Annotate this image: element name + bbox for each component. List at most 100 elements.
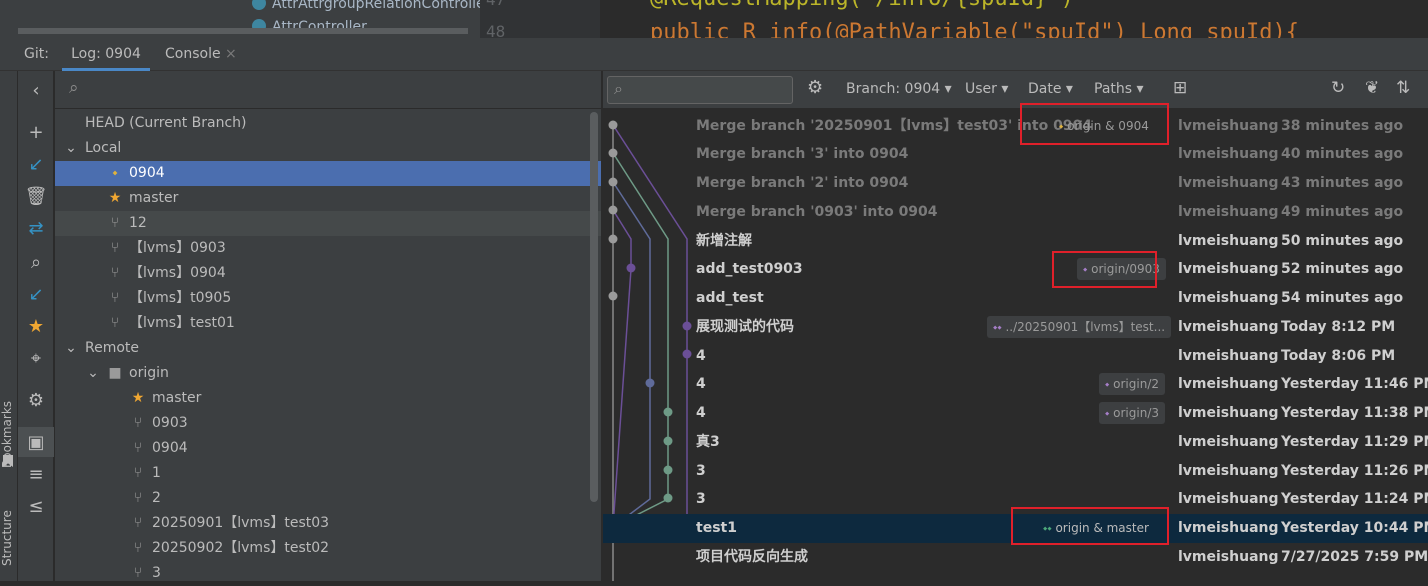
log-toolbar: ⌕ ⚙ Branch: 0904 ▾ User ▾ Date ▾ Paths ▾… bbox=[603, 71, 1428, 109]
branch-item[interactable]: ⑂ 【lvms】test01 bbox=[55, 311, 601, 336]
settings-icon[interactable]: ⚙ bbox=[807, 77, 823, 98]
commit-row[interactable]: 展现测试的代码 ⬩⬩ ../20250901【lvms】test... lvmeis… bbox=[603, 313, 1428, 342]
expand-all-icon[interactable]: ≡ bbox=[18, 459, 54, 489]
refresh-icon[interactable]: ↻ bbox=[1331, 78, 1345, 98]
code-line: public R info(@PathVariable("spuId") Lon… bbox=[650, 20, 1300, 38]
tool-window-tabs: Git: Log: 0904 Console × bbox=[0, 38, 1428, 71]
branch-item[interactable]: ⑂ 【lvms】0903 bbox=[55, 236, 601, 261]
commit-row[interactable]: add_test lvmeishuang 54 minutes ago bbox=[603, 284, 1428, 313]
update-icon[interactable]: ↙ bbox=[18, 149, 54, 179]
remote-branch[interactable]: ★ master bbox=[55, 386, 601, 411]
chevron-down-icon: ⌄ bbox=[65, 340, 77, 356]
highlight-box bbox=[1020, 103, 1169, 145]
branch-icon: ⑂ bbox=[110, 240, 120, 256]
horizontal-scrollbar[interactable] bbox=[18, 28, 468, 34]
commit-row[interactable]: 3 lvmeishuang Yesterday 11:26 PM bbox=[603, 457, 1428, 486]
remote-branch[interactable]: ⑂ 0903 bbox=[55, 411, 601, 436]
commit-row[interactable]: 真3 lvmeishuang Yesterday 11:29 PM bbox=[603, 428, 1428, 457]
class-icon bbox=[252, 0, 266, 10]
date-filter[interactable]: Date ▾ bbox=[1028, 81, 1073, 97]
code-editor[interactable]: @RequestMapping("/info/{spuId}") public … bbox=[600, 0, 1428, 38]
chevron-down-icon: ⌄ bbox=[65, 140, 77, 156]
branch-icon: ⑂ bbox=[110, 315, 120, 331]
paths-filter[interactable]: Paths ▾ bbox=[1094, 81, 1144, 97]
user-filter[interactable]: User ▾ bbox=[965, 81, 1008, 97]
commit-row[interactable]: Merge branch '20250901【lvms】test03' into… bbox=[603, 112, 1428, 141]
commit-row[interactable]: 新增注解 lvmeishuang 50 minutes ago bbox=[603, 227, 1428, 256]
remote-branch[interactable]: ⑂ 20250902【lvms】test02 bbox=[55, 536, 601, 561]
commit-row[interactable]: Merge branch '3' into 0904 lvmeishuang 40 … bbox=[603, 140, 1428, 169]
remote-branch[interactable]: ⑂ 1 bbox=[55, 461, 601, 486]
fetch-icon[interactable]: ↙ bbox=[18, 279, 54, 309]
search-icon[interactable]: ⌕ bbox=[18, 247, 54, 277]
branch-icon: ⑂ bbox=[110, 215, 120, 231]
tag-icon: ⬩ bbox=[112, 165, 118, 181]
group-icon[interactable]: ▣ bbox=[18, 427, 54, 457]
commit-row[interactable]: Merge branch '2' into 0904 lvmeishuang 43 … bbox=[603, 169, 1428, 198]
tab-console[interactable]: Console × bbox=[165, 46, 237, 62]
branch-item[interactable]: ⑂ 【lvms】0904 bbox=[55, 261, 601, 286]
bookmarks-tab[interactable]: Bookmarks bbox=[0, 389, 18, 479]
dropdown-icon: ▾ bbox=[1136, 81, 1144, 97]
project-item[interactable]: AttrAttrgroupRelationControlle bbox=[252, 0, 485, 12]
branch-head[interactable]: HEAD (Current Branch) bbox=[55, 111, 601, 136]
star-icon[interactable]: ★ bbox=[18, 311, 54, 341]
branch-icon: ⑂ bbox=[133, 515, 143, 531]
collapse-icon[interactable]: ‹ bbox=[18, 75, 54, 105]
commit-log: ⌕ ⚙ Branch: 0904 ▾ User ▾ Date ▾ Paths ▾… bbox=[603, 71, 1428, 581]
branch-icon: ⑂ bbox=[133, 565, 143, 581]
branch-icon: ⑂ bbox=[110, 265, 120, 281]
origin-group[interactable]: ⌄ ■ origin bbox=[55, 361, 601, 386]
settings-icon[interactable]: ⚙ bbox=[18, 385, 54, 415]
search-icon: ⌕ bbox=[614, 79, 623, 98]
remote-branch[interactable]: ⑂ 20250901【lvms】test03 bbox=[55, 511, 601, 536]
remote-branch[interactable]: ⑂ 3 bbox=[55, 561, 601, 586]
branch-icon: ⑂ bbox=[133, 490, 143, 506]
commit-row[interactable]: 4 ⬩ origin/3 lvmeishuang Yesterday 11:38 PM bbox=[603, 399, 1428, 428]
remote-branch[interactable]: ⑂ 0904 bbox=[55, 436, 601, 461]
sort-icon[interactable]: ⇅ bbox=[1396, 78, 1410, 98]
cherry-pick-icon[interactable]: ❦ bbox=[1365, 78, 1379, 98]
branch-item[interactable]: ⬩ 0904 bbox=[55, 161, 601, 186]
highlight-box bbox=[1011, 507, 1169, 545]
commit-row[interactable]: 项目代码反向生成 lvmeishuang 7/27/2025 7:59 PM bbox=[603, 543, 1428, 572]
branch-filter[interactable]: Branch: 0904 ▾ bbox=[846, 81, 952, 97]
branch-item[interactable]: ⑂ 【lvms】t0905 bbox=[55, 286, 601, 311]
remote-group[interactable]: ⌄ Remote bbox=[55, 336, 601, 361]
compare-icon[interactable]: ⇄ bbox=[18, 213, 54, 243]
tag-icon: ⬩ bbox=[1105, 377, 1110, 391]
line-gutter: 47 48 bbox=[480, 0, 600, 38]
add-icon[interactable]: + bbox=[18, 117, 54, 147]
branch-icon: ⑂ bbox=[133, 540, 143, 556]
code-line: @RequestMapping("/info/{spuId}") bbox=[650, 0, 1074, 11]
commit-row[interactable]: 4 lvmeishuang Today 8:06 PM bbox=[603, 342, 1428, 371]
delete-icon[interactable]: 🗑︎ bbox=[18, 181, 54, 211]
branch-icon: ⑂ bbox=[110, 290, 120, 306]
branch-search[interactable]: ⌕ bbox=[55, 71, 601, 109]
project-tree: AttrAttrgroupRelationControlle AttrContr… bbox=[0, 0, 485, 38]
ref-label: ⬩ origin/2 bbox=[1099, 373, 1165, 395]
locate-icon[interactable]: ⌖ bbox=[18, 343, 54, 373]
dropdown-icon: ▾ bbox=[944, 81, 952, 97]
commit-row[interactable]: Merge branch '0903' into 0904 lvmeishuang… bbox=[603, 198, 1428, 227]
local-group[interactable]: ⌄ Local bbox=[55, 136, 601, 161]
new-tab-icon[interactable]: ⊞ bbox=[1173, 78, 1187, 98]
remote-branch[interactable]: ⑂ 2 bbox=[55, 486, 601, 511]
structure-tab[interactable]: Structure bbox=[0, 496, 18, 581]
branches-scrollbar[interactable] bbox=[590, 112, 598, 502]
git-label: Git: bbox=[24, 46, 49, 62]
folder-icon: ■ bbox=[108, 365, 122, 381]
commit-row[interactable]: add_test0903 ⬩ origin/0903 lvmeishuang 52 m… bbox=[603, 255, 1428, 284]
search-icon: ⌕ bbox=[69, 78, 79, 98]
log-search-input[interactable]: ⌕ bbox=[607, 76, 793, 104]
branch-item[interactable]: ★ master bbox=[55, 186, 601, 211]
commit-row[interactable]: 4 ⬩ origin/2 lvmeishuang Yesterday 11:46 PM bbox=[603, 370, 1428, 399]
collapse-all-icon[interactable]: ≤ bbox=[18, 491, 54, 521]
close-icon[interactable]: × bbox=[225, 46, 237, 62]
branch-icon: ⑂ bbox=[133, 440, 143, 456]
ref-label: ⬩⬩ ../20250901【lvms】test... bbox=[987, 316, 1172, 338]
ref-label: ⬩ origin/3 bbox=[1099, 402, 1165, 424]
tab-log[interactable]: Log: 0904 bbox=[62, 38, 150, 71]
side-strip: Bookmarks Structure bbox=[0, 71, 18, 581]
branch-item[interactable]: ⑂ 12 bbox=[55, 211, 601, 236]
